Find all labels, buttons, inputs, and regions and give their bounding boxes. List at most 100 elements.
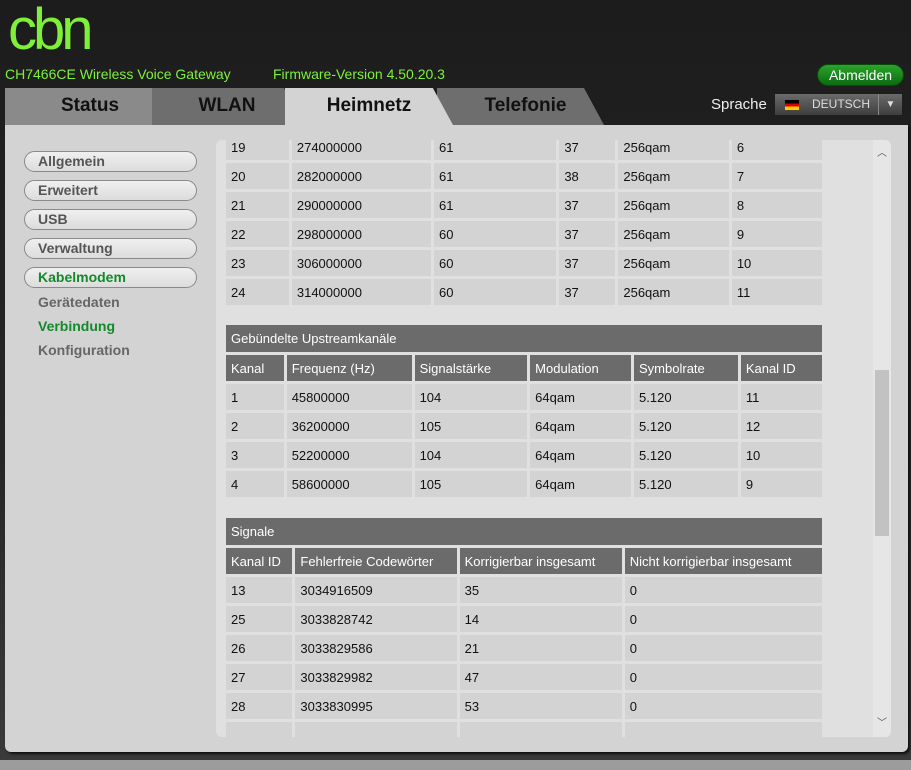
table-cell: 256qam: [618, 140, 729, 160]
table-cell: 11: [740, 384, 822, 410]
cbn-logo: cbn: [8, 0, 93, 62]
table-cell: 298000000: [291, 221, 432, 247]
table-row: [226, 722, 822, 737]
tab-wlan[interactable]: WLAN: [152, 88, 302, 125]
column-header: Fehlerfreie Codewörter: [295, 548, 457, 574]
table-cell: 0: [624, 606, 822, 632]
signale-title: Signale: [226, 518, 822, 545]
table-cell: 61: [434, 140, 557, 160]
table-cell: 274000000: [291, 140, 432, 160]
upstream-title: Gebündelte Upstreamkanäle: [226, 325, 822, 352]
table-cell: 60: [434, 279, 557, 305]
scrollbar-thumb[interactable]: [875, 370, 889, 536]
table-cell: 3033828742: [295, 606, 457, 632]
table-cell: 24: [226, 279, 289, 305]
table-cell: 26: [226, 635, 293, 661]
scroll-down-icon[interactable]: ﹀: [873, 714, 891, 729]
table-cell: 105: [414, 413, 528, 439]
table-cell: 104: [414, 384, 528, 410]
table-row: 20 282000000 61 38 256qam 7: [226, 163, 822, 189]
sidebar-verbindung[interactable]: Verbindung: [38, 318, 115, 334]
table-cell: 256qam: [618, 250, 729, 276]
sidebar-geraetedaten[interactable]: Gerätedaten: [38, 294, 120, 310]
table-cell: 6: [731, 140, 822, 160]
table-row: 22 298000000 60 37 256qam 9: [226, 221, 822, 247]
table-cell: 12: [740, 413, 822, 439]
table-cell: 256qam: [618, 221, 729, 247]
sidebar-verwaltung[interactable]: Verwaltung: [24, 238, 197, 259]
table-cell: 37: [559, 192, 616, 218]
table-cell: 8: [731, 192, 822, 218]
signale-table: Signale Kanal ID Fehlerfreie Codewörter Kor…: [223, 515, 825, 737]
column-header: Symbolrate: [634, 355, 738, 381]
table-cell: 3034916509: [295, 577, 457, 603]
tab-status[interactable]: Status: [5, 88, 175, 125]
sidebar-erweitert[interactable]: Erweitert: [24, 180, 197, 201]
column-header: Kanal: [226, 355, 284, 381]
table-cell: 58600000: [286, 471, 412, 497]
table-cell: [226, 722, 293, 737]
table-cell: 11: [731, 279, 822, 305]
tab-heimnetz[interactable]: Heimnetz: [285, 88, 453, 125]
table-cell: 5.120: [634, 442, 738, 468]
table-cell: 3033829982: [295, 664, 457, 690]
table-cell: 3033830995: [295, 693, 457, 719]
sidebar-usb[interactable]: USB: [24, 209, 197, 230]
table-cell: 61: [434, 192, 557, 218]
tab-telefonie[interactable]: Telefonie: [437, 88, 604, 125]
table-cell: 21: [459, 635, 622, 661]
table-cell: 21: [226, 192, 289, 218]
table-cell: 22: [226, 221, 289, 247]
logout-button[interactable]: Abmelden: [817, 64, 904, 86]
sidebar-konfiguration[interactable]: Konfiguration: [38, 342, 130, 358]
sidebar-kabelmodem[interactable]: Kabelmodem: [24, 267, 197, 288]
table-cell: 105: [414, 471, 528, 497]
table-row: 27 3033829982 47 0: [226, 664, 822, 690]
table-cell: 60: [434, 221, 557, 247]
table-cell: 1: [226, 384, 284, 410]
table-row: 4 58600000 105 64qam 5.120 9: [226, 471, 822, 497]
sidebar-allgemein[interactable]: Allgemein: [24, 151, 197, 172]
table-cell: 282000000: [291, 163, 432, 189]
table-cell: 37: [559, 221, 616, 247]
column-header: Signalstärke: [414, 355, 528, 381]
table-cell: 37: [559, 250, 616, 276]
table-cell: 38: [559, 163, 616, 189]
content-area: 19 274000000 61 37 256qam 6 20 282000000 61 38 256…: [216, 140, 891, 737]
table-cell: 3: [226, 442, 284, 468]
table-cell: 35: [459, 577, 622, 603]
table-cell: 25: [226, 606, 293, 632]
table-cell: 28: [226, 693, 293, 719]
table-cell: 0: [624, 577, 822, 603]
language-select[interactable]: DEUTSCH ▼: [775, 94, 902, 115]
german-flag-icon: [785, 100, 799, 110]
scrollbar[interactable]: ︿ ﹀: [873, 140, 891, 737]
scroll-up-icon[interactable]: ︿: [873, 144, 891, 159]
table-row: 13 3034916509 35 0: [226, 577, 822, 603]
table-cell: 256qam: [618, 163, 729, 189]
table-cell: 27: [226, 664, 293, 690]
table-row: 2 36200000 105 64qam 5.120 12: [226, 413, 822, 439]
table-cell: 52200000: [286, 442, 412, 468]
table-cell: 10: [731, 250, 822, 276]
model-name: CH7466CE Wireless Voice Gateway: [5, 66, 231, 82]
table-cell: 64qam: [530, 442, 632, 468]
table-row: 3 52200000 104 64qam 5.120 10: [226, 442, 822, 468]
header-row: Kanal Frequenz (Hz) Signalstärke Modulation…: [226, 355, 822, 381]
table-cell: 13: [226, 577, 293, 603]
table-cell: 64qam: [530, 471, 632, 497]
downstream-table: 19 274000000 61 37 256qam 6 20 282000000 61 38 256…: [223, 140, 825, 308]
table-cell: 5.120: [634, 413, 738, 439]
header-row: Kanal ID Fehlerfreie Codewörter Korrigierb…: [226, 548, 822, 574]
table-cell: 5.120: [634, 384, 738, 410]
table-row: 21 290000000 61 37 256qam 8: [226, 192, 822, 218]
table-cell: 36200000: [286, 413, 412, 439]
table-row: 28 3033830995 53 0: [226, 693, 822, 719]
table-cell: [624, 722, 822, 737]
column-header: Kanal ID: [740, 355, 822, 381]
table-cell: 4: [226, 471, 284, 497]
table-cell: 53: [459, 693, 622, 719]
column-header: Korrigierbar insgesamt: [459, 548, 622, 574]
table-cell: 0: [624, 693, 822, 719]
upstream-table: Gebündelte Upstreamkanäle Kanal Frequenz (…: [223, 322, 825, 500]
